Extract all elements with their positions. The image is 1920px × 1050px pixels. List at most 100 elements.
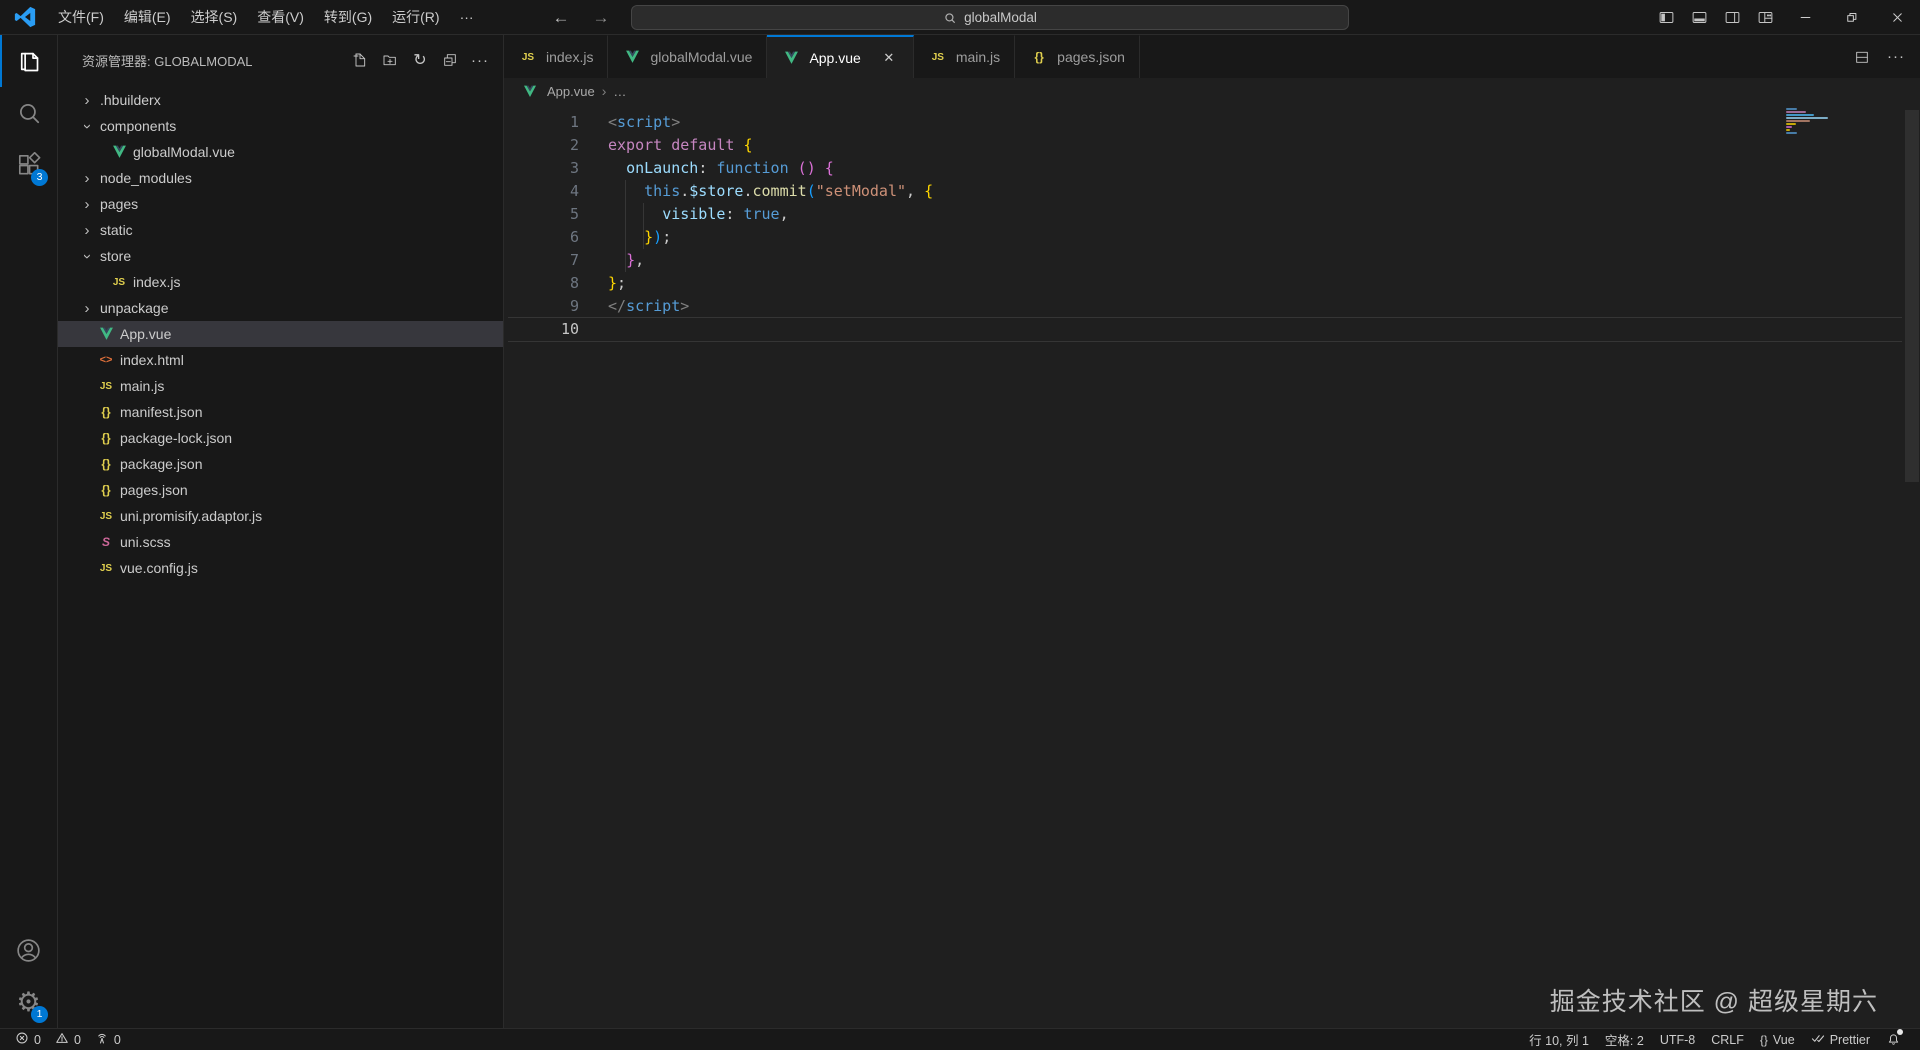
menu-item[interactable]: 查看(V) (247, 4, 314, 30)
tree-item[interactable]: ›components (58, 113, 503, 139)
tree-item[interactable]: <>index.html (58, 347, 503, 373)
menu-item[interactable]: 运行(R) (382, 4, 449, 30)
tree-item[interactable]: {}package-lock.json (58, 425, 503, 451)
more-icon[interactable]: ··· (1882, 43, 1910, 71)
status-item-bell-icon[interactable] (1879, 1029, 1908, 1050)
back-arrow-icon[interactable]: ← (548, 8, 574, 28)
activity-badge: 1 (31, 1006, 48, 1023)
tree-item-label: vue.config.js (120, 560, 198, 576)
toggle-panel-icon[interactable] (1683, 0, 1716, 34)
watermark-text: 掘金技术社区 @ 超级星期六 (1550, 982, 1878, 1018)
activity-settings-gear-icon[interactable]: ⚙1 (0, 976, 57, 1028)
vue-file-icon (622, 50, 642, 64)
breadcrumb-file[interactable]: App.vue (547, 84, 595, 99)
split-editor-icon[interactable] (1848, 43, 1876, 71)
tree-item[interactable]: App.vue (58, 321, 503, 347)
status-item[interactable]: CRLF (1704, 1029, 1751, 1050)
tree-item[interactable]: {}manifest.json (58, 399, 503, 425)
forward-arrow-icon[interactable]: → (588, 8, 614, 28)
activity-search-icon[interactable] (0, 87, 57, 139)
status-item-double-check-icon[interactable]: Prettier (1804, 1029, 1877, 1050)
tree-item-label: .hbuilderx (100, 92, 161, 108)
tree-item[interactable]: JS index.js (58, 269, 503, 295)
customize-layout-icon[interactable] (1749, 0, 1782, 34)
tree-item[interactable]: {}package.json (58, 451, 503, 477)
tree-item[interactable]: JSvue.config.js (58, 555, 503, 581)
status-item-error-icon[interactable]: 0 (8, 1029, 48, 1050)
minimize-icon[interactable] (1782, 0, 1828, 34)
breadcrumb[interactable]: App.vue › … (504, 78, 1920, 104)
refresh-icon[interactable]: ↻ (407, 47, 433, 73)
status-item-radio-tower-icon[interactable]: 0 (88, 1029, 128, 1050)
toggle-secondary-sidebar-icon[interactable] (1716, 0, 1749, 34)
tree-item[interactable]: ›store (58, 243, 503, 269)
tree-item[interactable]: globalModal.vue (58, 139, 503, 165)
json-file-icon: {} (96, 457, 116, 471)
menu-item[interactable]: ··· (450, 4, 484, 30)
vue-file-icon (109, 145, 129, 159)
toggle-primary-sidebar-icon[interactable] (1650, 0, 1683, 34)
menu-item[interactable]: 文件(F) (48, 4, 114, 30)
minimap[interactable] (1786, 108, 1842, 135)
tab-index.js[interactable]: JSindex.js (504, 35, 608, 78)
tree-item-label: index.js (133, 274, 180, 290)
vertical-scrollbar[interactable] (1905, 110, 1919, 482)
tree-item[interactable]: JSuni.promisify.adaptor.js (58, 503, 503, 529)
chevron-right-icon[interactable]: › (78, 170, 96, 187)
new-file-icon[interactable] (347, 47, 373, 73)
double-check-icon (1811, 1031, 1825, 1048)
tab-main.js[interactable]: JSmain.js (914, 35, 1015, 78)
chevron-right-icon[interactable]: › (78, 92, 96, 109)
more-icon[interactable]: ··· (467, 47, 493, 73)
tree-item-label: globalModal.vue (133, 144, 235, 160)
line-number: 9 (504, 295, 579, 318)
command-center-search[interactable]: globalModal (631, 5, 1349, 30)
json-file-icon: {} (96, 405, 116, 419)
tab-close-icon[interactable]: ✕ (879, 48, 899, 68)
tree-item-label: index.html (120, 352, 184, 368)
tree-item[interactable]: ›pages (58, 191, 503, 217)
status-right: 行 10, 列 1空格: 2UTF-8CRLF{}VuePrettier (1522, 1029, 1920, 1050)
close-icon[interactable] (1874, 0, 1920, 34)
tree-item[interactable]: Suni.scss (58, 529, 503, 555)
activity-extensions-icon[interactable]: 3 (0, 139, 57, 191)
tree-item[interactable]: JSmain.js (58, 373, 503, 399)
js-file-icon: JS (109, 277, 129, 288)
status-item-braces-icon[interactable]: {}Vue (1753, 1029, 1802, 1050)
menu-item[interactable]: 选择(S) (181, 4, 248, 30)
tree-item[interactable]: ›.hbuilderx (58, 87, 503, 113)
new-folder-icon[interactable] (377, 47, 403, 73)
activity-files-icon[interactable] (0, 35, 57, 87)
status-item-warning-icon[interactable]: 0 (48, 1029, 88, 1050)
status-item[interactable]: 行 10, 列 1 (1522, 1029, 1596, 1050)
tree-item-label: pages.json (120, 482, 188, 498)
chevron-down-icon[interactable]: › (78, 248, 96, 265)
menu-item[interactable]: 编辑(E) (114, 4, 181, 30)
status-item[interactable]: 空格: 2 (1598, 1029, 1651, 1050)
status-item[interactable]: UTF-8 (1653, 1029, 1702, 1050)
tab-App.vue[interactable]: App.vue✕ (767, 35, 913, 78)
tree-item-label: unpackage (100, 300, 169, 316)
code-line: onLaunch: function () { (608, 157, 933, 180)
collapse-folders-icon[interactable] (437, 47, 463, 73)
chevron-right-icon[interactable]: › (78, 222, 96, 239)
json-file-icon: {} (96, 431, 116, 445)
activity-spacer (0, 191, 57, 924)
tab-globalModal.vue[interactable]: globalModal.vue (608, 35, 767, 78)
tree-item[interactable]: ›node_modules (58, 165, 503, 191)
scss-file-icon: S (96, 535, 116, 549)
breadcrumb-symbol[interactable]: … (613, 84, 626, 99)
menu-item[interactable]: 转到(G) (314, 4, 382, 30)
code-editor[interactable]: 12345678910 <script>export default { onL… (504, 104, 1920, 1028)
tab-pages.json[interactable]: {}pages.json (1015, 35, 1140, 78)
indent-guide (643, 203, 644, 249)
chevron-down-icon[interactable]: › (78, 118, 96, 135)
activity-account-icon[interactable] (0, 924, 57, 976)
tree-item-label: main.js (120, 378, 164, 394)
chevron-right-icon[interactable]: › (78, 196, 96, 213)
tree-item[interactable]: {}pages.json (58, 477, 503, 503)
chevron-right-icon[interactable]: › (78, 300, 96, 317)
tree-item[interactable]: ›unpackage (58, 295, 503, 321)
restore-icon[interactable] (1828, 0, 1874, 34)
tree-item[interactable]: ›static (58, 217, 503, 243)
